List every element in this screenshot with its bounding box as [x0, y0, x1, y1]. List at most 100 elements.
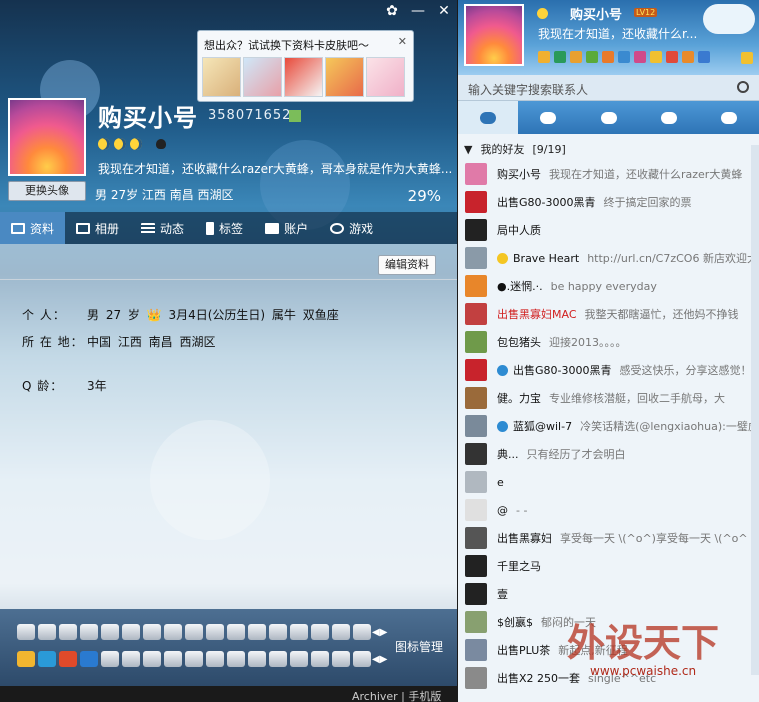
list-item[interactable]: 出售G80-3000黑青 感受这快乐，分享这感觉！ [458, 356, 751, 384]
service-icon[interactable] [38, 651, 56, 667]
list-item[interactable]: 出售黑寡妇MAC 我整天都瞎逼忙，还他妈不挣钱 [458, 300, 751, 328]
service-icon[interactable] [290, 651, 308, 667]
service-icon[interactable] [206, 624, 224, 640]
service-icon[interactable] [143, 624, 161, 640]
app-icon[interactable] [554, 51, 566, 63]
contact-avatar[interactable] [465, 667, 487, 689]
service-icon[interactable] [206, 651, 224, 667]
app-manager-icon[interactable] [741, 52, 753, 64]
service-icon[interactable] [248, 624, 266, 640]
app-icon[interactable] [634, 51, 646, 63]
service-icon[interactable] [269, 651, 287, 667]
service-icon[interactable] [353, 651, 371, 667]
skin-thumbnail[interactable] [243, 57, 282, 97]
contact-avatar[interactable] [465, 275, 487, 297]
scroll-left-icon[interactable]: ◀▶ [372, 627, 387, 638]
contact-avatar[interactable] [465, 387, 487, 409]
app-icon[interactable] [618, 51, 630, 63]
panel-signature[interactable]: 我现在才知道，还收藏什么r... [538, 25, 697, 42]
skin-thumbnail[interactable] [325, 57, 364, 97]
tab-games[interactable]: 游戏 [319, 212, 384, 244]
star-icon[interactable] [538, 51, 550, 63]
list-item[interactable]: 局中人质 [458, 216, 751, 244]
avatar[interactable] [464, 4, 524, 66]
list-item[interactable]: ●.迷惘.·. be happy everyday [458, 272, 751, 300]
contact-avatar[interactable] [465, 415, 487, 437]
service-icon[interactable] [17, 651, 35, 667]
cart-icon[interactable] [602, 51, 614, 63]
skin-icon[interactable]: ✿ [379, 0, 405, 22]
list-item[interactable]: 购买小号 我现在才知道，还收藏什么razer大黄蜂 [458, 160, 751, 188]
edit-profile-button[interactable]: 编辑资料 [378, 255, 436, 275]
online-status-icon[interactable] [537, 8, 548, 19]
search-icon[interactable] [737, 81, 749, 93]
service-icon[interactable] [101, 651, 119, 667]
list-item[interactable]: 蓝狐@wil-7 冷笑话精选(@lengxiaohua):一璧虎 [458, 412, 751, 440]
contact-avatar[interactable] [465, 611, 487, 633]
scrollbar[interactable] [751, 145, 759, 675]
service-icon[interactable] [185, 624, 203, 640]
service-icon[interactable] [269, 624, 287, 640]
list-item[interactable]: @ - - [458, 496, 751, 524]
contact-avatar[interactable] [465, 303, 487, 325]
service-icon[interactable] [59, 651, 77, 667]
tab-tags[interactable]: 标签 [195, 212, 254, 244]
tab-info[interactable]: 资料 [0, 212, 66, 244]
tab-qzone[interactable] [518, 101, 578, 134]
list-item[interactable]: 健。力宝 专业维修核潜艇，回收二手航母，大 [458, 384, 751, 412]
service-icon[interactable] [290, 624, 308, 640]
service-icon[interactable] [227, 624, 245, 640]
service-icon[interactable] [332, 624, 350, 640]
service-icon[interactable] [185, 651, 203, 667]
mail-icon[interactable] [570, 51, 582, 63]
contact-avatar[interactable] [465, 247, 487, 269]
signature[interactable]: 我现在才知道，还收藏什么razer大黄蜂，哥本身就是作为大黄蜂... [98, 160, 453, 177]
avatar[interactable] [8, 98, 86, 176]
scroll-right-icon[interactable]: ◀▶ [372, 654, 387, 665]
contact-avatar[interactable] [465, 191, 487, 213]
list-item[interactable]: e [458, 468, 751, 496]
contact-avatar[interactable] [465, 499, 487, 521]
service-icon[interactable] [353, 624, 371, 640]
tab-discussion[interactable] [639, 101, 699, 134]
tab-recent[interactable] [699, 101, 759, 134]
service-icon[interactable] [122, 651, 140, 667]
tab-album[interactable]: 相册 [65, 212, 130, 244]
skin-thumbnail[interactable] [284, 57, 323, 97]
popup-close-icon[interactable]: ✕ [398, 35, 407, 48]
service-icon[interactable] [311, 624, 329, 640]
weather-icon[interactable] [703, 4, 755, 34]
change-avatar-button[interactable]: 更换头像 [8, 181, 86, 201]
service-icon[interactable] [101, 624, 119, 640]
service-icon[interactable] [227, 651, 245, 667]
contact-avatar[interactable] [465, 163, 487, 185]
group-header[interactable]: ▼ 我的好友 [9/19] [458, 138, 751, 160]
app-icon[interactable] [682, 51, 694, 63]
tab-feed[interactable]: 动态 [130, 212, 195, 244]
add-app-icon[interactable] [698, 51, 710, 63]
contact-search[interactable]: 输入关键字搜索联系人 [458, 75, 759, 101]
service-icon[interactable] [17, 624, 35, 640]
close-button[interactable]: ✕ [431, 0, 457, 22]
app-icon[interactable] [666, 51, 678, 63]
contact-avatar[interactable] [465, 639, 487, 661]
contact-avatar[interactable] [465, 443, 487, 465]
icon-manager-button[interactable]: 图标管理 [395, 638, 443, 655]
list-item[interactable]: 典... 只有经历了才会明白 [458, 440, 751, 468]
contact-avatar[interactable] [465, 471, 487, 493]
tab-groups[interactable] [578, 101, 638, 134]
list-item[interactable]: 包包猪头 迎接2013。。。。 [458, 328, 751, 356]
skin-thumbnail[interactable] [366, 57, 405, 97]
contact-avatar[interactable] [465, 359, 487, 381]
list-item[interactable]: 千里之马 [458, 552, 751, 580]
tab-contacts[interactable] [458, 101, 519, 134]
service-icon[interactable] [332, 651, 350, 667]
contact-avatar[interactable] [465, 527, 487, 549]
contact-avatar[interactable] [465, 331, 487, 353]
search-input[interactable]: 输入关键字搜索联系人 [468, 81, 588, 98]
service-icon[interactable] [164, 624, 182, 640]
service-icon[interactable] [38, 624, 56, 640]
list-item[interactable]: 壹 [458, 580, 751, 608]
contact-avatar[interactable] [465, 583, 487, 605]
clover-icon[interactable] [586, 51, 598, 63]
